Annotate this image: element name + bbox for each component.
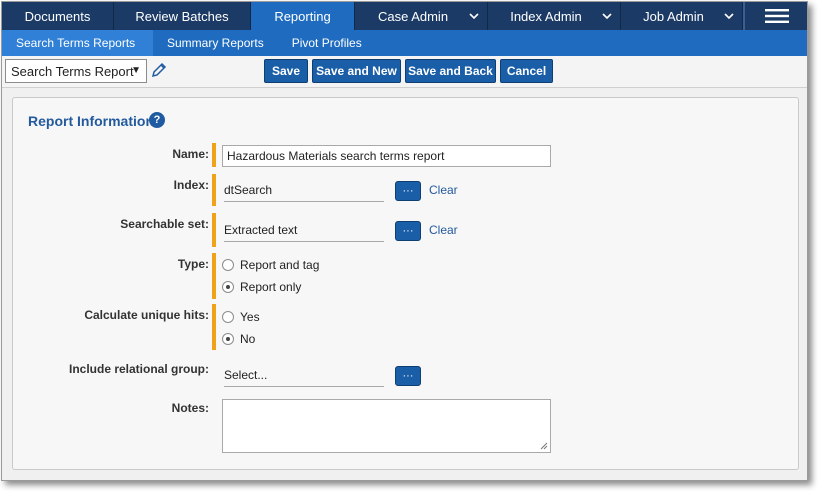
required-marker — [212, 213, 216, 247]
radio-label: Report and tag — [240, 258, 320, 272]
tab-index-admin[interactable]: Index Admin — [488, 2, 621, 30]
unique-hits-option-yes[interactable]: Yes — [222, 310, 260, 324]
chevron-down-icon — [469, 13, 479, 20]
app-window: Documents Review Batches Reporting Case … — [1, 1, 808, 481]
relational-group-picker-button[interactable]: ··· — [395, 366, 421, 386]
tab-label: Case Admin — [377, 8, 449, 24]
name-label: Name: — [172, 147, 209, 161]
unique-hits-label: Calculate unique hits: — [84, 308, 209, 322]
radio-label: Yes — [240, 310, 260, 324]
dropdown-arrow-icon: ▼ — [131, 65, 141, 76]
notes-textarea[interactable] — [222, 399, 551, 453]
type-option-report-and-tag[interactable]: Report and tag — [222, 258, 319, 272]
pencil-icon[interactable] — [150, 61, 168, 79]
resize-grip-icon[interactable] — [540, 442, 548, 450]
chevron-down-icon — [602, 13, 612, 20]
index-value: dtSearch — [224, 182, 273, 197]
save-button[interactable]: Save — [264, 59, 308, 83]
report-type-select[interactable]: Search Terms Report ▼ — [5, 59, 147, 83]
report-information-panel: Report Information ? Name: Hazardous Mat… — [12, 97, 799, 470]
subtab-label: Search Terms Reports — [16, 36, 136, 50]
tab-label: Reporting — [274, 8, 331, 24]
tab-label: Review Batches — [135, 8, 229, 24]
chevron-down-icon — [724, 13, 734, 20]
top-nav: Documents Review Batches Reporting Case … — [2, 2, 807, 30]
required-marker — [212, 174, 216, 206]
hamburger-menu-button[interactable] — [743, 2, 807, 30]
searchable-set-field[interactable]: Extracted text — [224, 218, 384, 242]
relational-group-label: Include relational group: — [68, 362, 209, 376]
radio-button[interactable] — [222, 311, 234, 323]
cancel-button[interactable]: Cancel — [500, 59, 553, 83]
tab-job-admin[interactable]: Job Admin — [621, 2, 743, 30]
save-and-new-button[interactable]: Save and New — [312, 59, 401, 83]
tab-label: Documents — [24, 8, 91, 24]
toolbar: Search Terms Report ▼ Save Save and New … — [2, 56, 807, 88]
name-value: Hazardous Materials search terms report — [227, 149, 445, 163]
relational-group-field[interactable]: Select... — [224, 363, 384, 387]
report-type-value: Search Terms Report — [11, 63, 134, 79]
radio-label: No — [240, 332, 256, 346]
searchable-set-label: Searchable set: — [120, 217, 209, 231]
relational-group-value: Select... — [224, 367, 268, 382]
subtab-pivot-profiles[interactable]: Pivot Profiles — [278, 30, 376, 56]
type-option-report-only[interactable]: Report only — [222, 280, 301, 294]
searchable-set-clear-link[interactable]: Clear — [429, 223, 458, 237]
index-clear-link[interactable]: Clear — [429, 183, 458, 197]
hamburger-icon — [764, 9, 789, 23]
subtab-summary-reports[interactable]: Summary Reports — [153, 30, 278, 56]
type-label: Type: — [177, 257, 209, 271]
tab-reporting[interactable]: Reporting — [251, 2, 355, 30]
name-field[interactable]: Hazardous Materials search terms report — [222, 145, 551, 167]
unique-hits-option-no[interactable]: No — [222, 332, 255, 346]
notes-label: Notes: — [171, 401, 209, 415]
help-icon[interactable]: ? — [149, 112, 165, 128]
required-marker — [212, 253, 216, 299]
subtab-search-terms-reports[interactable]: Search Terms Reports — [2, 30, 153, 56]
index-field[interactable]: dtSearch — [224, 178, 384, 202]
panel-title: Report Information — [28, 113, 154, 129]
tab-label: Index Admin — [510, 8, 582, 24]
radio-button-selected[interactable] — [222, 281, 234, 293]
required-marker — [212, 143, 216, 167]
tab-documents[interactable]: Documents — [2, 2, 114, 30]
index-picker-button[interactable]: ··· — [395, 181, 421, 201]
index-label: Index: — [173, 178, 209, 192]
tab-case-admin[interactable]: Case Admin — [355, 2, 488, 30]
searchable-set-picker-button[interactable]: ··· — [395, 221, 421, 241]
searchable-set-value: Extracted text — [224, 222, 298, 237]
tab-label: Job Admin — [643, 8, 704, 24]
sub-nav: Search Terms Reports Summary Reports Piv… — [2, 30, 807, 56]
subtab-label: Pivot Profiles — [291, 36, 362, 50]
save-and-back-button[interactable]: Save and Back — [405, 59, 496, 83]
radio-button[interactable] — [222, 259, 234, 271]
radio-label: Report only — [240, 280, 302, 294]
radio-button-selected[interactable] — [222, 333, 234, 345]
required-marker — [212, 304, 216, 350]
subtab-label: Summary Reports — [167, 36, 264, 50]
tab-review-batches[interactable]: Review Batches — [114, 2, 251, 30]
